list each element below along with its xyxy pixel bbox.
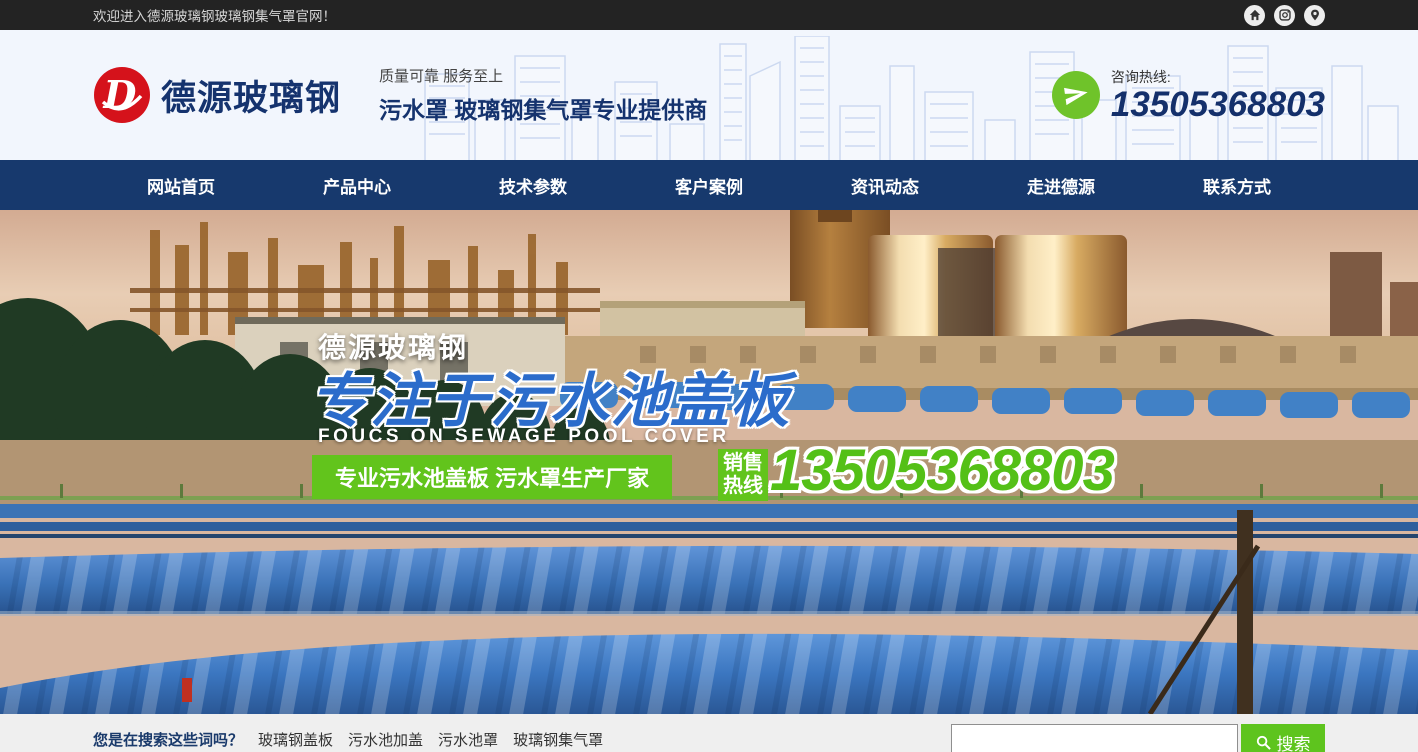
nav-item-contact[interactable]: 联系方式: [1149, 160, 1325, 210]
keyword-link-fiberglass-cover[interactable]: 玻璃钢盖板: [258, 729, 333, 750]
nav-item-specs[interactable]: 技术参数: [445, 160, 621, 210]
search-button-label: 搜索: [1277, 730, 1311, 752]
search-strip: 您是在搜索这些词吗？ 玻璃钢盖板 污水池加盖 污水池罩 玻璃钢集气罩 搜索: [0, 714, 1418, 752]
location-pin-icon[interactable]: [1304, 5, 1325, 26]
sales-hotline-badge-line1: 销售: [723, 452, 763, 475]
sales-hotline-badge: 销售 热线: [718, 449, 768, 501]
welcome-text: 欢迎进入德源玻璃钢玻璃钢集气罩官网！: [93, 5, 336, 25]
nav-item-products[interactable]: 产品中心: [269, 160, 445, 210]
search-box: 搜索: [951, 724, 1325, 752]
sales-hotline-number: 13505368803: [770, 437, 1114, 504]
social-links: [1244, 5, 1325, 26]
main-nav: 网站首页 产品中心 技术参数 客户案例 资讯动态 走进德源 联系方式: [0, 160, 1418, 210]
hero-tagline-banner[interactable]: 专业污水池盖板 污水罩生产厂家: [312, 455, 672, 499]
header-hotline: 咨询热线: 13505368803: [1052, 67, 1325, 124]
slogan-large: 污水罩 玻璃钢集气罩专业提供商: [379, 91, 707, 125]
search-input[interactable]: [951, 724, 1238, 752]
logo[interactable]: D 德源玻璃钢: [93, 66, 341, 124]
keyword-link-gas-collection[interactable]: 玻璃钢集气罩: [513, 729, 603, 750]
hotline-label: 咨询热线:: [1111, 67, 1325, 87]
nav-item-cases[interactable]: 客户案例: [621, 160, 797, 210]
site-header: D 德源玻璃钢 质量可靠 服务至上 污水罩 玻璃钢集气罩专业提供商 咨询热线: …: [0, 30, 1418, 160]
keyword-link-pool-hood[interactable]: 污水池罩: [438, 729, 498, 750]
nav-item-home[interactable]: 网站首页: [93, 160, 269, 210]
slogan-block: 质量可靠 服务至上 污水罩 玻璃钢集气罩专业提供商: [361, 65, 707, 125]
hotline-number: 13505368803: [1111, 87, 1325, 124]
home-icon[interactable]: [1244, 5, 1265, 26]
keyword-link-pool-capping[interactable]: 污水池加盖: [348, 729, 423, 750]
nav-item-news[interactable]: 资讯动态: [797, 160, 973, 210]
camera-icon[interactable]: [1274, 5, 1295, 26]
magnifier-icon: [1256, 735, 1271, 750]
slogan-small: 质量可靠 服务至上: [379, 65, 707, 86]
hero-banner: 德源玻璃钢 专注于污水池盖板 FOUCS ON SEWAGE POOL COVE…: [0, 210, 1418, 714]
paper-plane-icon: [1052, 71, 1100, 119]
nav-item-about[interactable]: 走进德源: [973, 160, 1149, 210]
search-hint: 您是在搜索这些词吗？: [93, 729, 243, 750]
sales-hotline-badge-line2: 热线: [723, 475, 763, 498]
red-d-logo-icon: D: [93, 66, 151, 124]
topbar: 欢迎进入德源玻璃钢玻璃钢集气罩官网！: [0, 0, 1418, 30]
search-button[interactable]: 搜索: [1241, 724, 1325, 752]
hero-subtitle-en: FOUCS ON SEWAGE POOL COVER: [318, 426, 730, 448]
brand-name: 德源玻璃钢: [161, 70, 341, 121]
